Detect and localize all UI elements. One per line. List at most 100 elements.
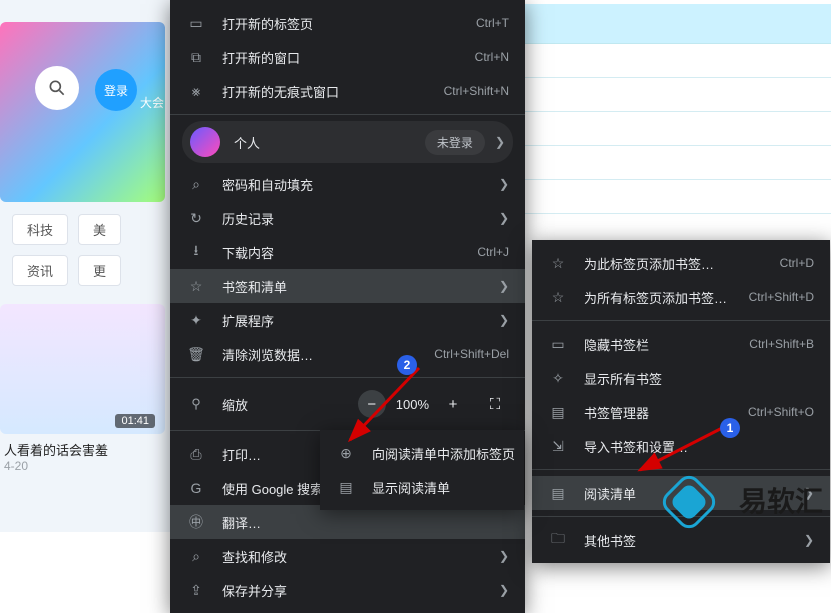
star-icon: ☆ <box>186 278 206 295</box>
menu-item-label: 下载内容 <box>222 243 477 262</box>
avatar-icon <box>190 127 220 157</box>
profile-status: 未登录 <box>425 130 485 155</box>
menu-incognito[interactable]: ⨳ 打开新的无痕式窗口 Ctrl+Shift+N <box>170 74 525 108</box>
submenu-manager[interactable]: ▤ 书签管理器 Ctrl+Shift+O <box>532 395 830 429</box>
submenu-other-bookmarks[interactable]: 🗀 其他书签 ❯ <box>532 523 830 557</box>
menu-item-shortcut: Ctrl+D <box>780 256 814 270</box>
menu-downloads[interactable]: ⭳ 下载内容 Ctrl+J <box>170 235 525 269</box>
zoom-out-button[interactable]: − <box>358 390 386 418</box>
chevron-right-icon: ❯ <box>499 211 509 225</box>
menu-item-label: 为此标签页添加书签… <box>584 254 780 273</box>
menu-clear-data[interactable]: 🗑 清除浏览数据… Ctrl+Shift+Del <box>170 337 525 371</box>
chevron-right-icon: ❯ <box>499 583 509 597</box>
import-icon: ⇲ <box>548 438 568 455</box>
search-button[interactable] <box>35 66 79 110</box>
menu-item-label: 扩展程序 <box>222 311 491 330</box>
menu-profile[interactable]: 个人 未登录 ❯ <box>182 121 513 163</box>
video-thumbnail[interactable]: 01:41 <box>0 304 165 434</box>
trash-icon: 🗑 <box>186 346 206 363</box>
star-outline-icon: ✧ <box>548 370 568 387</box>
print-icon: ⎙ <box>186 446 206 463</box>
video-title[interactable]: 人看着的话会害羞 <box>0 440 170 459</box>
menu-item-label: 打开新的窗口 <box>222 48 475 67</box>
menu-item-shortcut: Ctrl+J <box>477 245 509 259</box>
menu-item-label: 翻译… <box>222 513 509 532</box>
key-icon: ⌕ <box>186 176 206 193</box>
menu-item-shortcut: Ctrl+Shift+B <box>749 337 814 351</box>
webpage-background: 登录 大会 科技 美 资讯 更 01:41 人看着的话会害羞 4-20 <box>0 0 170 532</box>
zoom-in-button[interactable]: + <box>439 390 467 418</box>
category-button[interactable]: 资讯 <box>12 255 68 286</box>
tab-icon: ▭ <box>186 15 206 32</box>
ruled-background <box>525 0 831 240</box>
menu-item-label: 其他书签 <box>584 531 796 550</box>
menu-item-label: 个人 <box>234 133 425 152</box>
menu-item-label: 历史记录 <box>222 209 491 228</box>
reading-list-icon: ▤ <box>548 485 568 502</box>
menu-item-label: 隐藏书签栏 <box>584 335 749 354</box>
zoom-icon: ⚲ <box>186 396 206 412</box>
menu-divider <box>170 377 525 378</box>
menu-extensions[interactable]: ✦ 扩展程序 ❯ <box>170 303 525 337</box>
menu-item-label: 书签和清单 <box>222 277 491 296</box>
submenu-bookmark-all[interactable]: ☆ 为所有标签页添加书签… Ctrl+Shift+D <box>532 280 830 314</box>
bookmark-bar-icon: ▭ <box>548 336 568 353</box>
translate-icon: ㊥ <box>186 512 206 532</box>
menu-divider <box>170 114 525 115</box>
zoom-value: 100% <box>396 397 429 412</box>
fullscreen-button[interactable]: ⛶ <box>481 390 509 418</box>
submenu-add-bookmark[interactable]: ☆ 为此标签页添加书签… Ctrl+D <box>532 246 830 280</box>
menu-item-label: 打开新的无痕式窗口 <box>222 82 444 101</box>
anime-thumbnail[interactable]: 登录 大会 <box>0 22 165 202</box>
dahui-label: 大会 <box>140 94 164 111</box>
submenu-show-all[interactable]: ✧ 显示所有书签 <box>532 361 830 395</box>
menu-find-edit[interactable]: ⌕ 查找和修改 ❯ <box>170 539 525 573</box>
menu-item-shortcut: Ctrl+N <box>475 50 509 64</box>
window-icon: ⧉ <box>186 49 206 66</box>
menu-save-share[interactable]: ⇪ 保存并分享 ❯ <box>170 573 525 607</box>
history-icon: ↻ <box>186 210 206 227</box>
menu-item-label: 密码和自动填充 <box>222 175 491 194</box>
menu-item-label: 导入书签和设置… <box>584 437 814 456</box>
chevron-right-icon: ❯ <box>499 549 509 563</box>
menu-new-tab[interactable]: ▭ 打开新的标签页 Ctrl+T <box>170 6 525 40</box>
menu-item-label: 缩放 <box>222 395 358 414</box>
menu-divider <box>532 469 830 470</box>
login-button[interactable]: 登录 <box>95 69 137 111</box>
menu-item-shortcut: Ctrl+Shift+D <box>749 290 814 304</box>
download-icon: ⭳ <box>186 240 206 264</box>
menu-passwords[interactable]: ⌕ 密码和自动填充 ❯ <box>170 167 525 201</box>
star-icon: ☆ <box>548 255 568 272</box>
menu-history[interactable]: ↻ 历史记录 ❯ <box>170 201 525 235</box>
chevron-right-icon: ❯ <box>499 177 509 191</box>
submenu-hide-bar[interactable]: ▭ 隐藏书签栏 Ctrl+Shift+B <box>532 327 830 361</box>
add-reading-icon: ⊕ <box>336 445 356 462</box>
video-duration: 01:41 <box>115 414 155 428</box>
submenu2-add-to-reading[interactable]: ⊕ 向阅读清单中添加标签页 <box>320 436 524 470</box>
category-button[interactable]: 科技 <box>12 214 68 245</box>
menu-item-label: 为所有标签页添加书签… <box>584 288 749 307</box>
menu-translate[interactable]: ㊥ 翻译… <box>170 505 525 539</box>
category-row: 科技 美 资讯 更 <box>0 214 170 286</box>
menu-item-label: 打开新的标签页 <box>222 14 476 33</box>
search-icon <box>47 78 67 98</box>
menu-item-label: 向阅读清单中添加标签页 <box>372 444 515 463</box>
menu-divider <box>532 320 830 321</box>
browser-main-menu: ▭ 打开新的标签页 Ctrl+T ⧉ 打开新的窗口 Ctrl+N ⨳ 打开新的无… <box>170 0 525 613</box>
menu-item-shortcut: Ctrl+Shift+N <box>444 84 509 98</box>
chevron-right-icon: ❯ <box>804 533 814 547</box>
menu-new-window[interactable]: ⧉ 打开新的窗口 Ctrl+N <box>170 40 525 74</box>
submenu-import[interactable]: ⇲ 导入书签和设置… <box>532 429 830 463</box>
menu-bookmarks-and-lists[interactable]: ☆ 书签和清单 ❯ <box>170 269 525 303</box>
category-button[interactable]: 美 <box>78 214 121 245</box>
incognito-icon: ⨳ <box>186 83 206 100</box>
submenu2-show-reading[interactable]: ▤ 显示阅读清单 <box>320 470 524 504</box>
menu-item-label: 显示所有书签 <box>584 369 814 388</box>
menu-zoom: ⚲ 缩放 − 100% + ⛶ <box>170 384 525 424</box>
share-icon: ⇪ <box>186 582 206 599</box>
watermark-text: 易软汇 <box>739 480 823 520</box>
category-button[interactable]: 更 <box>78 255 121 286</box>
star-icon: ☆ <box>548 289 568 306</box>
menu-item-shortcut: Ctrl+Shift+O <box>748 405 814 419</box>
chevron-right-icon: ❯ <box>499 279 509 293</box>
